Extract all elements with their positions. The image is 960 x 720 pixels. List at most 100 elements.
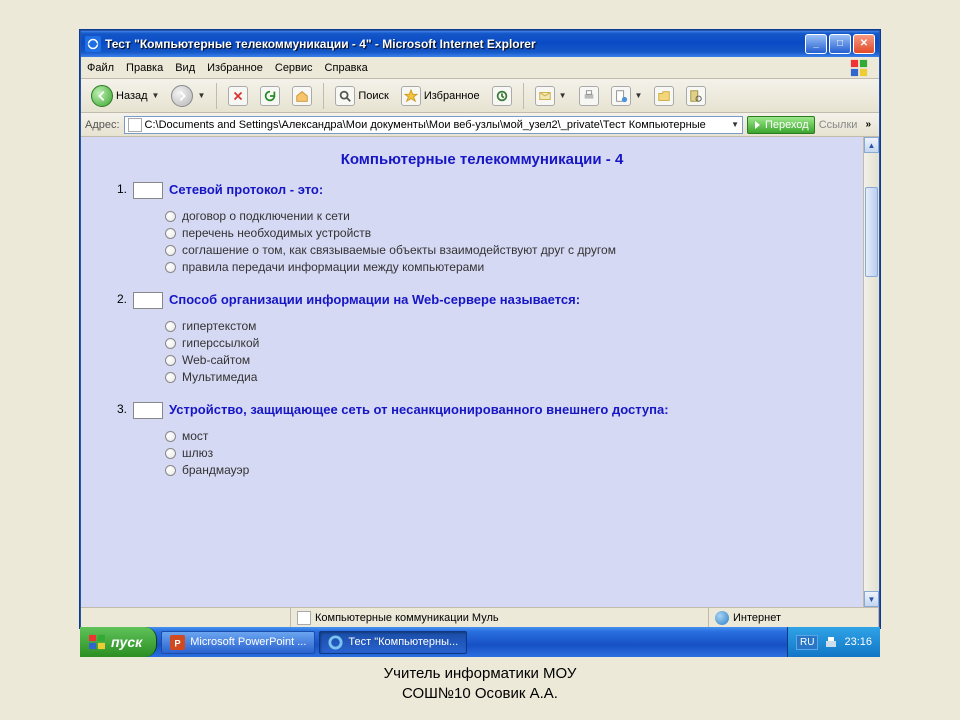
windows-logo-icon: [845, 59, 873, 77]
radio-icon[interactable]: [165, 465, 176, 476]
vertical-scrollbar[interactable]: ▲ ▼: [863, 137, 879, 607]
option[interactable]: шлюз: [165, 446, 853, 460]
menu-favorites[interactable]: Избранное: [207, 62, 263, 74]
address-label: Адрес:: [85, 119, 120, 131]
toolbar: Назад ▼ ▼ Поиск Избранное ▼ ▼: [81, 79, 879, 113]
radio-icon[interactable]: [165, 355, 176, 366]
menu-tools[interactable]: Сервис: [275, 62, 313, 74]
slide-caption: Учитель информатики МОУ СОШ№10 Осовик А.…: [0, 664, 960, 703]
taskbar-item-active[interactable]: Тест "Компьютерны...: [319, 631, 467, 654]
option[interactable]: правила передачи информации между компью…: [165, 260, 853, 274]
menubar: Файл Правка Вид Избранное Сервис Справка: [81, 57, 879, 79]
radio-icon[interactable]: [165, 262, 176, 273]
star-icon: [401, 86, 421, 106]
clock[interactable]: 23:16: [844, 636, 872, 648]
menu-view[interactable]: Вид: [175, 62, 195, 74]
history-button[interactable]: [488, 84, 516, 108]
browser-window: Тест "Компьютерные телекоммуникации - 4"…: [80, 30, 880, 628]
status-document: Компьютерные коммуникации Муль: [291, 608, 709, 627]
option[interactable]: соглашение о том, как связываемые объект…: [165, 243, 853, 257]
radio-icon[interactable]: [165, 372, 176, 383]
home-button[interactable]: [288, 84, 316, 108]
links-label[interactable]: Ссылки: [819, 119, 858, 131]
question: 1. Сетевой протокол - это: договор о под…: [111, 182, 853, 274]
taskbar: пуск P Microsoft PowerPoint ... Тест "Ко…: [80, 627, 880, 657]
windows-logo-icon: [88, 634, 106, 650]
radio-icon[interactable]: [165, 321, 176, 332]
chevron-down-icon[interactable]: ▼: [731, 120, 739, 129]
chevron-down-icon: ▼: [152, 91, 160, 100]
option[interactable]: перечень необходимых устройств: [165, 226, 853, 240]
close-button[interactable]: ✕: [853, 34, 875, 54]
option[interactable]: Web-сайтом: [165, 353, 853, 367]
address-input[interactable]: C:\Documents and Settings\Александра\Мои…: [124, 116, 743, 134]
option[interactable]: мост: [165, 429, 853, 443]
print-button[interactable]: [575, 84, 603, 108]
address-bar: Адрес: C:\Documents and Settings\Алексан…: [81, 113, 879, 137]
radio-icon[interactable]: [165, 431, 176, 442]
answer-box[interactable]: [133, 292, 163, 309]
search-button[interactable]: Поиск: [331, 84, 392, 108]
option[interactable]: гиперссылкой: [165, 336, 853, 350]
menu-edit[interactable]: Правка: [126, 62, 163, 74]
status-zone: Интернет: [709, 608, 879, 627]
home-icon: [292, 86, 312, 106]
forward-button[interactable]: ▼: [167, 84, 209, 108]
page-icon: [128, 118, 142, 132]
viewport: Компьютерные телекоммуникации - 4 1. Сет…: [81, 137, 879, 607]
discuss-button[interactable]: [650, 84, 678, 108]
mail-icon: [535, 86, 555, 106]
radio-icon[interactable]: [165, 448, 176, 459]
window-buttons: _ □ ✕: [805, 34, 875, 54]
separator: [523, 83, 524, 109]
page-title: Компьютерные телекоммуникации - 4: [111, 151, 853, 168]
radio-icon[interactable]: [165, 228, 176, 239]
favorites-button[interactable]: Избранное: [397, 84, 484, 108]
option[interactable]: договор о подключении к сети: [165, 209, 853, 223]
go-button[interactable]: Переход: [747, 116, 815, 134]
back-button[interactable]: Назад ▼: [87, 84, 163, 108]
answer-box[interactable]: [133, 402, 163, 419]
minimize-button[interactable]: _: [805, 34, 827, 54]
search-icon: [335, 86, 355, 106]
maximize-button[interactable]: □: [829, 34, 851, 54]
mail-button[interactable]: ▼: [531, 84, 571, 108]
ie-icon: [328, 635, 343, 650]
stop-button[interactable]: [224, 84, 252, 108]
chevron-down-icon: ▼: [197, 91, 205, 100]
menu-help[interactable]: Справка: [325, 62, 368, 74]
expand-icon[interactable]: »: [861, 119, 875, 130]
folder-icon: [654, 86, 674, 106]
scroll-down-button[interactable]: ▼: [864, 591, 879, 607]
radio-icon[interactable]: [165, 245, 176, 256]
menu-file[interactable]: Файл: [87, 62, 114, 74]
radio-icon[interactable]: [165, 211, 176, 222]
option[interactable]: Мультимедиа: [165, 370, 853, 384]
research-button[interactable]: [682, 84, 710, 108]
forward-icon: [171, 85, 193, 107]
scroll-up-button[interactable]: ▲: [864, 137, 879, 153]
page-icon: [297, 611, 311, 625]
question-text: Сетевой протокол - это:: [169, 182, 853, 197]
taskbar-item[interactable]: P Microsoft PowerPoint ...: [161, 631, 315, 654]
language-indicator[interactable]: RU: [796, 635, 818, 650]
refresh-icon: [260, 86, 280, 106]
chevron-down-icon: ▼: [559, 91, 567, 100]
question: 3. Устройство, защищающее сеть от несанк…: [111, 402, 853, 477]
option[interactable]: брандмауэр: [165, 463, 853, 477]
tray-icon[interactable]: [824, 635, 838, 649]
svg-text:P: P: [175, 638, 181, 648]
globe-icon: [715, 611, 729, 625]
titlebar: Тест "Компьютерные телекоммуникации - 4"…: [81, 31, 879, 57]
scroll-thumb[interactable]: [865, 187, 878, 277]
radio-icon[interactable]: [165, 338, 176, 349]
answer-box[interactable]: [133, 182, 163, 199]
option[interactable]: гипертекстом: [165, 319, 853, 333]
refresh-button[interactable]: [256, 84, 284, 108]
status-cell: [81, 608, 291, 627]
separator: [323, 83, 324, 109]
start-button[interactable]: пуск: [80, 627, 157, 657]
history-icon: [492, 86, 512, 106]
window-title: Тест "Компьютерные телекоммуникации - 4"…: [105, 37, 805, 51]
edit-button[interactable]: ▼: [607, 84, 647, 108]
